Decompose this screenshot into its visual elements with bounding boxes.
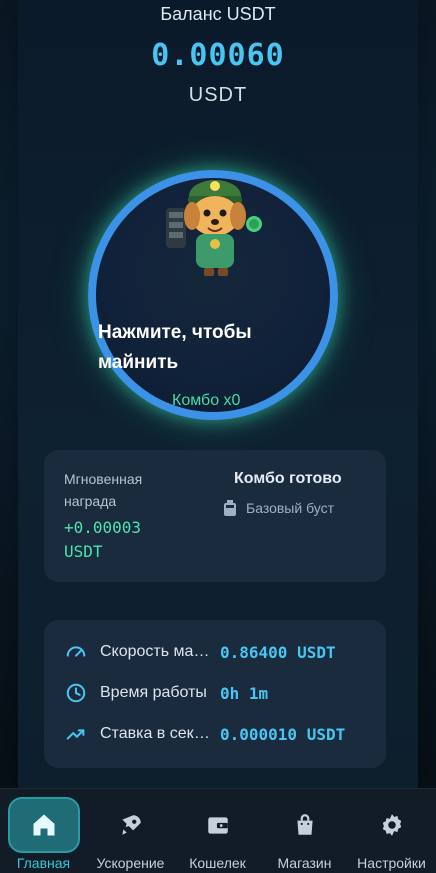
speedometer-icon — [64, 640, 88, 664]
balance-value: 0.00060 — [151, 38, 285, 73]
stat-label: Скорость майнинга — [100, 643, 210, 660]
stat-value: 0.86400 USDT — [220, 642, 336, 662]
gear-icon — [382, 814, 401, 836]
nav-label: Кошелек — [189, 855, 246, 871]
combo-ready-label: Комбо готово — [234, 470, 342, 487]
stat-value: 0h 1m — [220, 683, 269, 703]
tap-to-mine-label: Нажмите, чтобы майнить — [98, 322, 252, 373]
nav-label: Настройки — [357, 855, 426, 871]
stat-label: Ставка в секунду — [100, 725, 210, 742]
stats-card: Скорость майнинга 0.86400 USDT Время раб… — [44, 620, 386, 768]
nav-label: Магазин — [277, 855, 332, 871]
stat-row-rate: Ставка в секунду 0.000010 USDT — [64, 722, 374, 746]
nav-label: Ускорение — [96, 855, 165, 871]
stat-row-uptime: Время работы 0h 1m — [64, 681, 374, 705]
reward-card: Мгновенная награда +0.00003 USDT Комбо г… — [44, 450, 386, 582]
shopping-bag-icon — [296, 814, 313, 835]
nav-wallet[interactable]: Кошелек — [174, 789, 261, 873]
instant-reward-value: +0.00003 USDT — [64, 518, 142, 561]
nav-home[interactable]: Главная — [0, 789, 87, 873]
stat-label: Время работы — [100, 684, 207, 701]
boost-label: Базовый буст — [246, 500, 335, 516]
wallet-icon — [207, 817, 228, 834]
stat-value: 0.000010 USDT — [220, 724, 346, 744]
nav-boost[interactable]: Ускорение — [87, 789, 174, 873]
stat-row-speed: Скорость майнинга 0.86400 USDT — [64, 640, 374, 664]
rocket-icon — [121, 815, 141, 835]
home-icon — [33, 814, 54, 836]
nav-label: Главная — [16, 855, 71, 871]
mascot-dog-miner-image — [166, 180, 262, 276]
clock-icon — [64, 681, 88, 705]
trend-up-icon — [64, 722, 88, 746]
boost-row: Базовый буст — [224, 500, 334, 516]
instant-reward-label: Мгновенная награда — [64, 471, 143, 509]
balance-unit: USDT — [188, 84, 248, 106]
battery-icon — [224, 500, 236, 516]
nav-settings[interactable]: Настройки — [348, 789, 435, 873]
balance-title: Баланс USDT — [160, 4, 276, 24]
combo-counter: Комбо x0 — [172, 392, 241, 409]
bottom-nav: Главная Ускорение Кошелек Магазин Настро… — [0, 788, 436, 873]
nav-shop[interactable]: Магазин — [261, 789, 348, 873]
